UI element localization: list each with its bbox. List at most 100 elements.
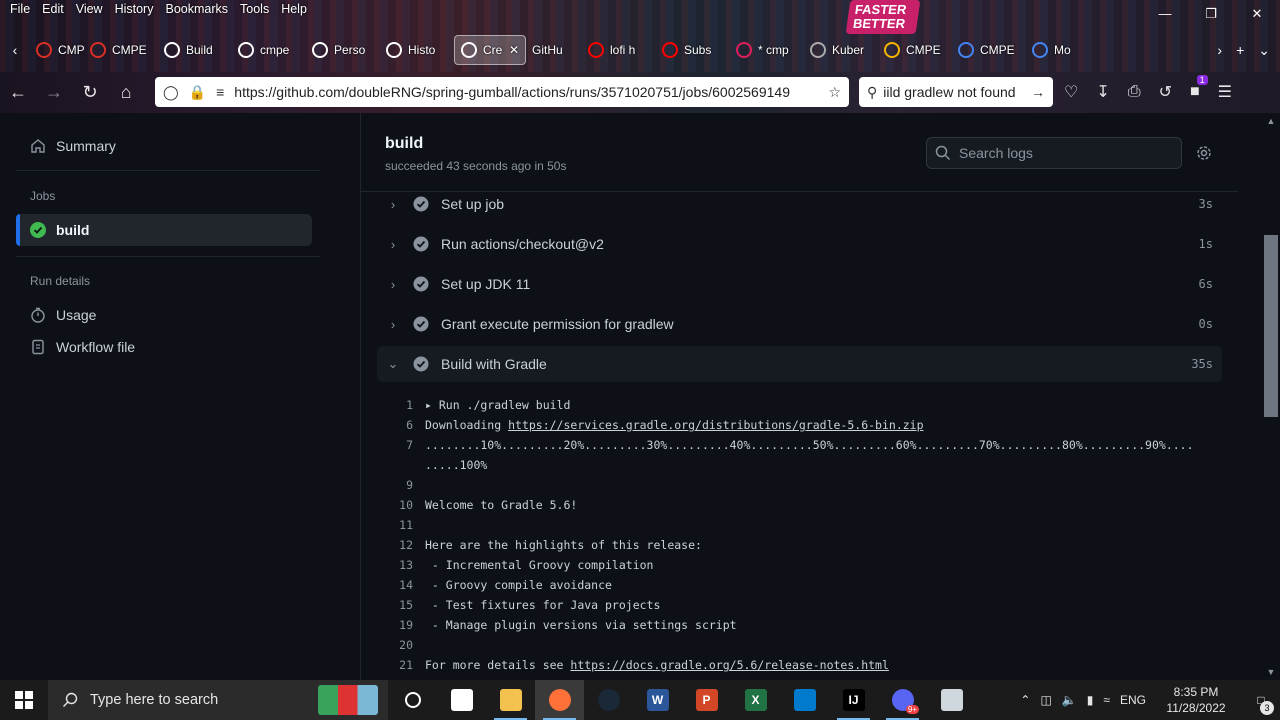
browser-tab[interactable]: Subs [656, 35, 730, 65]
scroll-down-icon[interactable]: ▼ [1264, 667, 1278, 677]
permissions-icon[interactable]: ≡ [216, 84, 224, 100]
chevron-right-icon[interactable]: › [377, 317, 409, 332]
close-icon[interactable]: ✕ [1234, 0, 1280, 28]
log-link[interactable]: https://services.gradle.org/distribution… [508, 415, 923, 435]
discord-icon[interactable]: 9+ [878, 680, 927, 720]
task-view-icon[interactable] [437, 680, 486, 720]
paint-icon[interactable] [927, 680, 976, 720]
browser-tab[interactable]: Kuber [804, 35, 878, 65]
search-go-icon[interactable]: → [1031, 84, 1045, 100]
step-row[interactable]: › Set up job 3s [377, 186, 1222, 222]
language-indicator[interactable]: ENG [1120, 693, 1146, 707]
tab-scroll-left-icon[interactable]: ‹ [0, 42, 30, 58]
chevron-right-icon[interactable]: › [377, 197, 409, 212]
wifi-icon[interactable]: ≈ [1103, 693, 1110, 707]
shield-icon[interactable]: ◯ [163, 84, 179, 101]
log-link[interactable]: https://docs.gradle.org/5.6/release-note… [570, 655, 889, 675]
battery-icon[interactable]: ▮ [1087, 693, 1094, 707]
step-row[interactable]: ⌄ Build with Gradle 35s [377, 346, 1222, 382]
print-icon[interactable]: ⎙ [1128, 83, 1141, 101]
address-bar[interactable]: ◯ 🔒 ≡ https://github.com/doubleRNG/sprin… [155, 77, 849, 107]
file-explorer-icon[interactable] [486, 680, 535, 720]
chevron-right-icon[interactable]: › [377, 237, 409, 252]
step-row[interactable]: › Run actions/checkout@v2 1s [377, 226, 1222, 262]
volume-icon[interactable]: 🔈 [1062, 693, 1077, 707]
word-icon[interactable]: W [633, 680, 682, 720]
browser-tab[interactable]: Mo [1026, 35, 1098, 65]
menu-tools[interactable]: Tools [234, 0, 275, 22]
search-box-value[interactable]: iild gradlew not found [883, 84, 1025, 100]
browser-tab[interactable]: Cre ✕ [454, 35, 526, 65]
minimize-icon[interactable]: — [1142, 0, 1188, 28]
menu-edit[interactable]: Edit [36, 0, 70, 22]
search-box[interactable]: ⚲ iild gradlew not found → [859, 77, 1053, 107]
bookmark-star-icon[interactable]: ☆ [828, 84, 841, 101]
tab-label: CMPE [112, 43, 147, 57]
browser-tab[interactable]: GitHu [526, 35, 582, 65]
firefox-icon[interactable] [535, 680, 584, 720]
browser-tab[interactable]: Perso [306, 35, 380, 65]
sidebar-item-summary[interactable]: Summary [16, 130, 312, 162]
tab-label: Histo [408, 43, 436, 57]
browser-tab[interactable]: CMPE [952, 35, 1026, 65]
intellij-icon[interactable]: IJ [829, 680, 878, 720]
steam-icon[interactable] [584, 680, 633, 720]
scrollbar-thumb[interactable] [1264, 235, 1278, 417]
cortana-icon[interactable] [388, 680, 437, 720]
url-text[interactable]: https://github.com/doubleRNG/spring-gumb… [234, 84, 818, 100]
forward-icon[interactable]: → [36, 82, 72, 103]
reload-icon[interactable]: ↻ [72, 82, 108, 103]
log-search-box[interactable] [926, 137, 1182, 169]
chevron-right-icon[interactable]: › [377, 277, 409, 292]
step-name: Set up JDK 11 [441, 276, 531, 292]
notification-center-icon[interactable]: □ 3 [1246, 693, 1276, 715]
app-menu-icon[interactable]: ☰ [1218, 82, 1232, 102]
taskbar-search-placeholder[interactable]: Type here to search [90, 692, 218, 708]
powerpoint-icon[interactable]: P [682, 680, 731, 720]
menu-bookmarks[interactable]: Bookmarks [159, 0, 234, 22]
tab-label: lofi h [610, 43, 636, 57]
menu-help[interactable]: Help [275, 0, 313, 22]
lock-icon[interactable]: 🔒 [189, 84, 206, 101]
extension-icon[interactable]: ■ 1 [1190, 75, 1208, 101]
clock[interactable]: 8:35 PM 11/28/2022 [1156, 684, 1236, 716]
home-icon[interactable]: ⌂ [108, 82, 144, 103]
tab-scroll-right-icon[interactable]: › [1217, 42, 1222, 59]
step-row[interactable]: › Set up JDK 11 6s [377, 266, 1222, 302]
scroll-up-icon[interactable]: ▲ [1264, 116, 1278, 126]
start-button[interactable] [0, 680, 48, 720]
chevron-up-icon[interactable]: ⌃ [1020, 693, 1030, 707]
history-icon[interactable]: ↺ [1159, 82, 1172, 102]
browser-tab[interactable]: Build [158, 35, 232, 65]
menu-file[interactable]: File [4, 0, 36, 22]
sidebar-item-build[interactable]: build [16, 214, 312, 246]
pocket-icon[interactable]: ♡ [1064, 82, 1078, 102]
browser-tab[interactable]: CMPE [878, 35, 952, 65]
browser-tab[interactable]: CMPE [84, 35, 158, 65]
menu-view[interactable]: View [70, 0, 109, 22]
browser-tab[interactable]: cmpe [232, 35, 306, 65]
navigation-bar: ← → ↻ ⌂ ◯ 🔒 ≡ https://github.com/doubleR… [0, 74, 1280, 110]
menu-history[interactable]: History [109, 0, 160, 22]
extension-badge: 1 [1196, 75, 1208, 85]
close-tab-icon[interactable]: ✕ [509, 43, 519, 57]
browser-tab[interactable]: * cmp [730, 35, 804, 65]
downloads-icon[interactable]: ↧ [1096, 82, 1109, 102]
vscode-icon[interactable] [780, 680, 829, 720]
list-all-tabs-icon[interactable]: ⌄ [1258, 42, 1270, 59]
back-icon[interactable]: ← [0, 82, 36, 103]
sidebar-item-workflow-file[interactable]: Workflow file [16, 331, 312, 363]
browser-tab[interactable]: Histo [380, 35, 454, 65]
gear-icon[interactable] [1196, 145, 1212, 161]
restore-icon[interactable]: ❐ [1188, 0, 1234, 28]
browser-tab[interactable]: lofi h [582, 35, 656, 65]
browser-tab[interactable]: CMPE [30, 35, 84, 65]
step-row[interactable]: › Grant execute permission for gradlew 0s [377, 306, 1222, 342]
search-logs-input[interactable] [959, 145, 1159, 161]
new-tab-icon[interactable]: + [1236, 42, 1244, 59]
excel-icon[interactable]: X [731, 680, 780, 720]
chevron-down-icon[interactable]: ⌄ [377, 356, 409, 372]
taskbar-search[interactable]: Type here to search [48, 680, 388, 720]
sidebar-item-usage[interactable]: Usage [16, 299, 312, 331]
meet-now-icon[interactable]: ◫ [1040, 693, 1051, 707]
